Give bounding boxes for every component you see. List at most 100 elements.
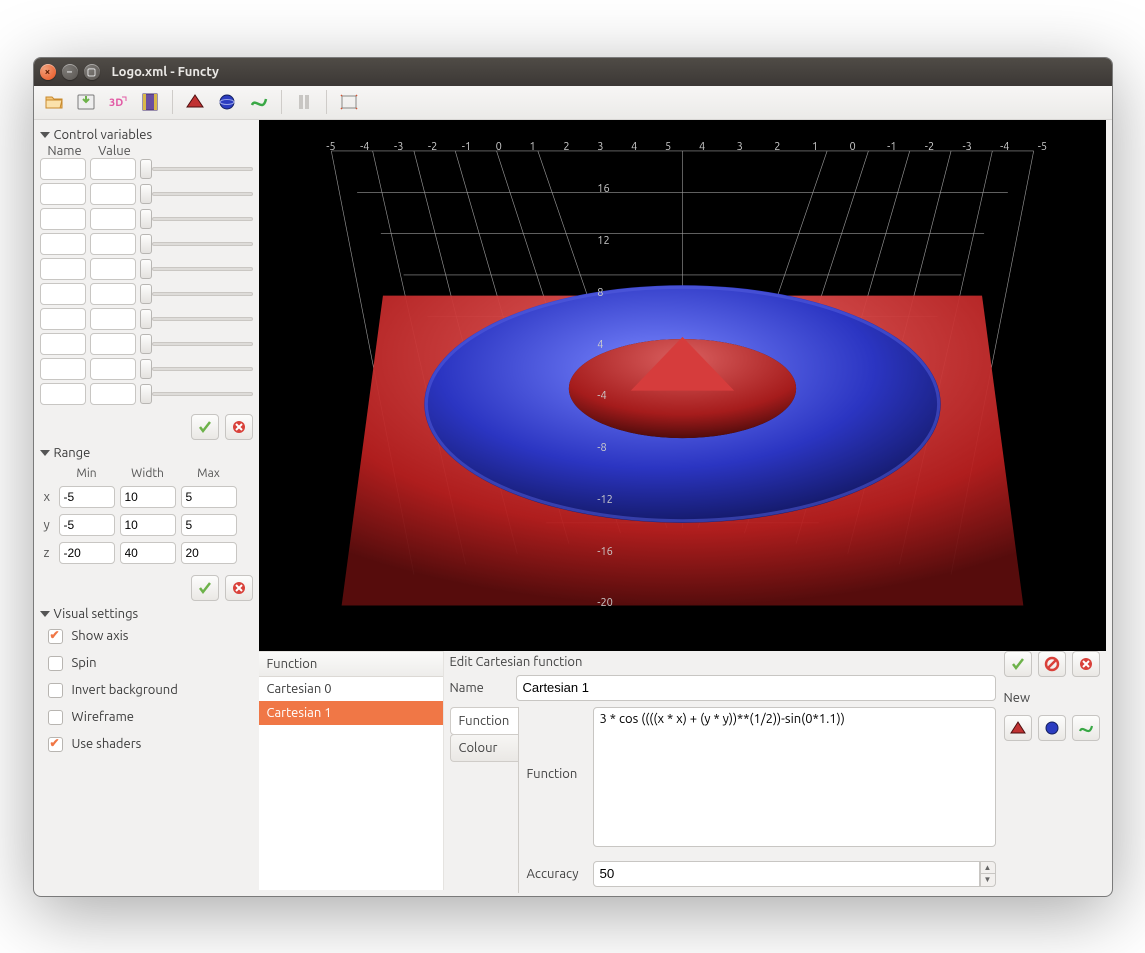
axis-tick-label: -5 [1038, 141, 1047, 153]
editor-delete-button[interactable] [1038, 651, 1066, 677]
use-shaders-checkbox[interactable] [48, 737, 63, 752]
ctrl-slider[interactable] [140, 259, 253, 279]
control-variable-row [40, 208, 253, 230]
cartesian-surface-icon [184, 91, 206, 113]
axis-tick-label: 5 [665, 141, 671, 153]
ctrl-slider[interactable] [140, 209, 253, 229]
accuracy-step-down[interactable]: ▼ [980, 874, 996, 887]
show-axis-option[interactable]: Show axis [40, 623, 253, 650]
ctrl-slider[interactable] [140, 334, 253, 354]
show-axis-checkbox[interactable] [48, 629, 63, 644]
toolbar-spherical-button[interactable] [213, 88, 241, 116]
axis-tick-label: -4 [360, 141, 369, 153]
ctrl-name-input[interactable] [40, 308, 86, 330]
ctrl-value-input[interactable] [90, 158, 136, 180]
function-list-header[interactable]: Function [259, 652, 443, 677]
range-x-min-input[interactable] [59, 486, 115, 508]
ctrl-value-input[interactable] [90, 283, 136, 305]
new-spherical-button[interactable] [1038, 715, 1066, 741]
range-header[interactable]: Range [40, 442, 253, 462]
new-function-label: New [1004, 691, 1106, 705]
range-y-width-input[interactable] [120, 514, 176, 536]
control-variables-cancel-button[interactable] [225, 414, 253, 440]
toolbar-open-button[interactable] [40, 88, 68, 116]
editor-accuracy-spinner[interactable]: ▲ ▼ [593, 861, 996, 887]
control-variables-apply-button[interactable] [191, 414, 219, 440]
range-cancel-button[interactable] [225, 575, 253, 601]
ctrl-value-input[interactable] [90, 233, 136, 255]
check-icon [197, 580, 213, 596]
invert-bg-checkbox[interactable] [48, 683, 63, 698]
new-curve-button[interactable] [1072, 715, 1100, 741]
ctrl-value-input[interactable] [90, 333, 136, 355]
range-z-min-input[interactable] [59, 542, 115, 564]
new-cartesian-button[interactable] [1004, 715, 1032, 741]
ctrl-slider[interactable] [140, 184, 253, 204]
range-y-max-input[interactable] [181, 514, 237, 536]
toolbar-save-button[interactable] [72, 88, 100, 116]
invert-bg-option[interactable]: Invert background [40, 677, 253, 704]
editor-function-textarea[interactable] [593, 707, 996, 847]
ctrl-slider[interactable] [140, 384, 253, 404]
ctrl-value-input[interactable] [90, 183, 136, 205]
control-variables-header[interactable]: Control variables [40, 124, 253, 144]
slider-track [152, 392, 253, 396]
range-x-width-input[interactable] [120, 486, 176, 508]
spin-checkbox[interactable] [48, 656, 63, 671]
use-shaders-option[interactable]: Use shaders [40, 731, 253, 758]
ctrl-name-input[interactable] [40, 283, 86, 305]
3d-viewport[interactable]: -5-4-3-2-101234543210-1-2-3-4-5161284-4-… [259, 120, 1106, 651]
toolbar-fullscreen-button[interactable] [335, 88, 363, 116]
function-list-item[interactable]: Cartesian 0 [259, 677, 443, 701]
visual-settings-header[interactable]: Visual settings [40, 603, 253, 623]
axis-tick-label: 0 [850, 141, 856, 153]
toolbar-export-anim-button[interactable] [136, 88, 164, 116]
ctrl-name-input[interactable] [40, 208, 86, 230]
check-icon [197, 419, 213, 435]
editor-apply-button[interactable] [1004, 651, 1032, 677]
axis-tick-label: 4 [631, 141, 637, 153]
ctrl-value-input[interactable] [90, 258, 136, 280]
ctrl-name-input[interactable] [40, 258, 86, 280]
toolbar-export3d-button[interactable]: 3D [104, 88, 132, 116]
ctrl-value-input[interactable] [90, 208, 136, 230]
range-z-width-input[interactable] [120, 542, 176, 564]
wireframe-checkbox[interactable] [48, 710, 63, 725]
ctrl-name-input[interactable] [40, 333, 86, 355]
ctrl-name-input[interactable] [40, 358, 86, 380]
ctrl-slider[interactable] [140, 284, 253, 304]
ctrl-value-input[interactable] [90, 383, 136, 405]
window-close-button[interactable]: × [40, 64, 56, 80]
ctrl-slider[interactable] [140, 159, 253, 179]
tab-function[interactable]: Function [450, 707, 518, 735]
toolbar-cartesian-button[interactable] [181, 88, 209, 116]
toolbar-pause-button[interactable] [290, 88, 318, 116]
toolbar-curve-button[interactable] [245, 88, 273, 116]
ctrl-slider[interactable] [140, 234, 253, 254]
editor-name-input[interactable] [516, 675, 996, 701]
ctrl-slider[interactable] [140, 309, 253, 329]
window-minimize-button[interactable]: – [62, 64, 78, 80]
ctrl-name-input[interactable] [40, 233, 86, 255]
ctrl-name-input[interactable] [40, 383, 86, 405]
range-apply-button[interactable] [191, 575, 219, 601]
window-maximize-button[interactable]: ▢ [84, 64, 100, 80]
range-x-max-input[interactable] [181, 486, 237, 508]
editor-cancel-button[interactable] [1072, 651, 1100, 677]
function-list-item[interactable]: Cartesian 1 [259, 701, 443, 725]
ctrl-value-input[interactable] [90, 358, 136, 380]
editor-accuracy-input[interactable] [593, 861, 980, 887]
accuracy-step-up[interactable]: ▲ [980, 861, 996, 874]
slider-track [152, 367, 253, 371]
ctrl-slider[interactable] [140, 359, 253, 379]
ctrl-value-input[interactable] [90, 308, 136, 330]
ctrl-name-input[interactable] [40, 158, 86, 180]
spin-option[interactable]: Spin [40, 650, 253, 677]
ctrl-name-input[interactable] [40, 183, 86, 205]
range-y-min-input[interactable] [59, 514, 115, 536]
axis-tick-label: -1 [887, 141, 896, 153]
wireframe-option[interactable]: Wireframe [40, 704, 253, 731]
range-z-max-input[interactable] [181, 542, 237, 564]
control-variable-row [40, 308, 253, 330]
tab-colour[interactable]: Colour [450, 734, 518, 762]
